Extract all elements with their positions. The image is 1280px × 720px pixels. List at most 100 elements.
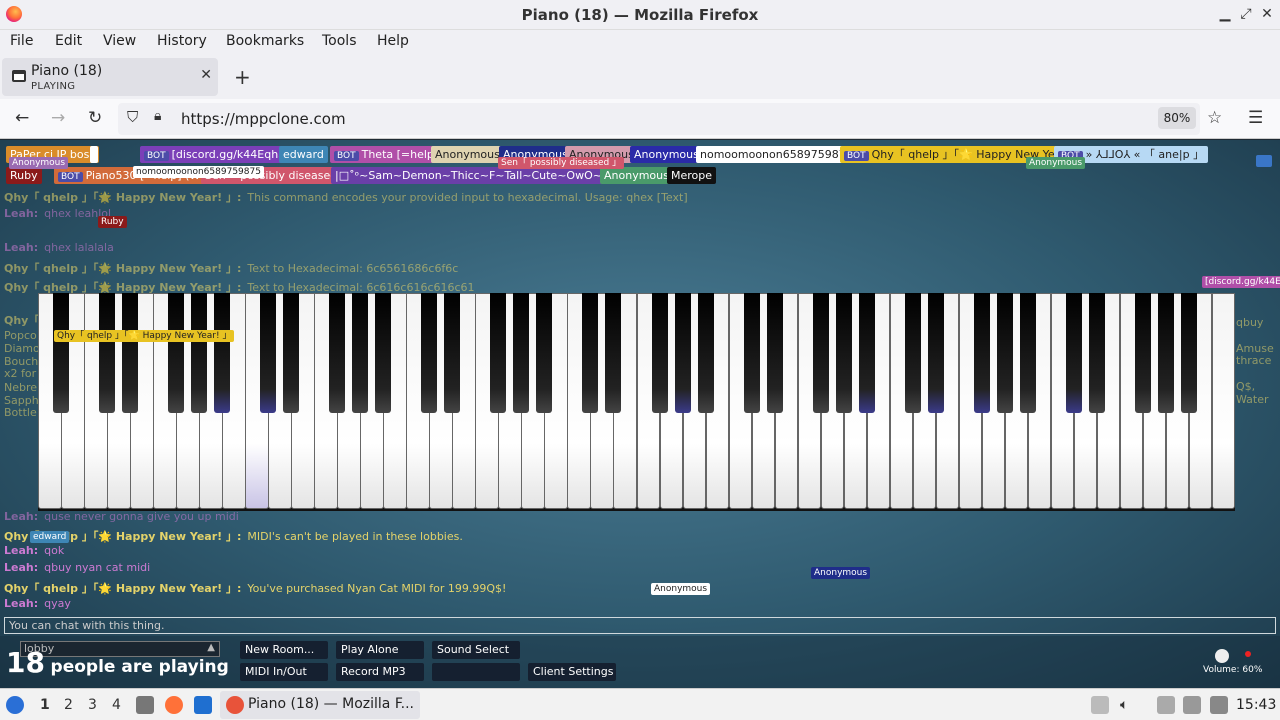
midi-button[interactable]: MIDI In/Out bbox=[240, 663, 328, 681]
black-key[interactable] bbox=[697, 293, 714, 413]
synth-button[interactable] bbox=[432, 663, 520, 681]
terminal-icon[interactable] bbox=[194, 696, 212, 714]
firefox-icon[interactable] bbox=[165, 696, 183, 714]
menu-bookmarks[interactable]: Bookmarks bbox=[226, 33, 304, 49]
player-tag[interactable]: nomoomoonon6589759875 bbox=[696, 146, 857, 163]
hamburger-menu-icon[interactable]: ☰ bbox=[1248, 108, 1263, 128]
client-settings-button[interactable]: Client Settings bbox=[528, 663, 616, 681]
black-key[interactable] bbox=[927, 293, 944, 413]
black-key[interactable] bbox=[260, 293, 277, 413]
play-alone-button[interactable]: Play Alone bbox=[336, 641, 424, 659]
chat-text: Text to Hexadecimal: 6c6561686c6f6c bbox=[247, 262, 459, 275]
taskbar-window-firefox[interactable]: Piano (18) — Mozilla F... bbox=[220, 691, 420, 719]
black-key[interactable] bbox=[651, 293, 668, 413]
tray-upload-icon[interactable] bbox=[1091, 696, 1109, 714]
black-key[interactable] bbox=[996, 293, 1013, 413]
black-key[interactable] bbox=[1180, 293, 1197, 413]
black-key[interactable] bbox=[536, 293, 553, 413]
menu-help[interactable]: Help bbox=[377, 33, 409, 49]
black-key[interactable] bbox=[99, 293, 116, 413]
menu-history[interactable]: History bbox=[157, 33, 207, 49]
chat-text: MIDI's can't be played in these lobbies. bbox=[247, 530, 463, 543]
new-room-button[interactable]: New Room... bbox=[240, 641, 328, 659]
black-key[interactable] bbox=[1065, 293, 1082, 413]
workspace-4[interactable]: 4 bbox=[112, 697, 121, 713]
black-key[interactable] bbox=[766, 293, 783, 413]
player-tag[interactable]: Ruby bbox=[6, 167, 42, 184]
menu-tools[interactable]: Tools bbox=[322, 33, 357, 49]
tab-close-icon[interactable]: ✕ bbox=[200, 67, 212, 83]
volume-icon[interactable]: 🔈︎ bbox=[1120, 697, 1128, 713]
black-key[interactable] bbox=[513, 293, 530, 413]
menu-view[interactable]: View bbox=[103, 33, 136, 49]
black-key[interactable] bbox=[421, 293, 438, 413]
tray-network-icon[interactable] bbox=[1210, 696, 1228, 714]
zoom-level[interactable]: 80% bbox=[1158, 107, 1196, 129]
chat-text: This command encodes your provided input… bbox=[247, 191, 688, 204]
black-key[interactable] bbox=[973, 293, 990, 413]
menu-file[interactable]: File bbox=[10, 33, 33, 49]
black-key[interactable] bbox=[605, 293, 622, 413]
black-key[interactable] bbox=[214, 293, 231, 413]
black-key[interactable] bbox=[1134, 293, 1151, 413]
player-tag[interactable] bbox=[90, 146, 98, 163]
black-key[interactable] bbox=[283, 293, 300, 413]
tray-display-icon[interactable] bbox=[1183, 696, 1201, 714]
workspace-1[interactable]: 1 bbox=[40, 697, 50, 713]
sound-select-button[interactable]: Sound Select bbox=[432, 641, 520, 659]
black-key[interactable] bbox=[53, 293, 70, 413]
back-icon[interactable]: ← bbox=[15, 108, 29, 128]
player-tag[interactable]: Anonymous bbox=[431, 146, 504, 163]
black-key[interactable] bbox=[329, 293, 346, 413]
white-key[interactable] bbox=[1211, 293, 1236, 509]
record-mp3-button[interactable]: Record MP3 bbox=[336, 663, 424, 681]
file-manager-icon[interactable] bbox=[136, 696, 154, 714]
black-key[interactable] bbox=[835, 293, 852, 413]
player-tag[interactable]: Anonymous bbox=[600, 167, 673, 184]
black-key[interactable] bbox=[1157, 293, 1174, 413]
maximize-icon[interactable]: ⤢ bbox=[1236, 4, 1256, 24]
url-bar[interactable]: ⛉ 🔒︎ https://mppclone.com bbox=[118, 103, 1200, 135]
black-key[interactable] bbox=[444, 293, 461, 413]
shield-icon[interactable]: ⛉ bbox=[127, 108, 138, 126]
start-menu-icon[interactable] bbox=[6, 696, 24, 714]
minimize-icon[interactable]: ▁ bbox=[1215, 4, 1235, 24]
black-key[interactable] bbox=[743, 293, 760, 413]
forward-icon[interactable]: → bbox=[51, 108, 65, 128]
tray-clipboard-icon[interactable] bbox=[1157, 696, 1175, 714]
player-tag[interactable]: edward bbox=[279, 146, 328, 163]
black-key[interactable] bbox=[1088, 293, 1105, 413]
workspace-2[interactable]: 2 bbox=[64, 697, 73, 713]
lock-icon[interactable]: 🔒︎ bbox=[154, 108, 161, 124]
bookmark-star-icon[interactable]: ☆ bbox=[1207, 108, 1222, 128]
black-key[interactable] bbox=[812, 293, 829, 413]
player-tag[interactable]: Merope bbox=[667, 167, 717, 184]
tab-piano[interactable]: Piano (18) PLAYING ✕ bbox=[2, 58, 218, 96]
chat-input[interactable]: You can chat with this thing. bbox=[4, 617, 1276, 634]
url-text[interactable]: https://mppclone.com bbox=[181, 110, 346, 128]
black-key[interactable] bbox=[858, 293, 875, 413]
black-key[interactable] bbox=[674, 293, 691, 413]
reload-icon[interactable]: ↻ bbox=[88, 108, 102, 128]
black-key[interactable] bbox=[168, 293, 185, 413]
black-key[interactable] bbox=[582, 293, 599, 413]
black-key[interactable] bbox=[904, 293, 921, 413]
chat-toggle-icon[interactable] bbox=[1256, 155, 1272, 167]
black-key[interactable] bbox=[375, 293, 392, 413]
black-key[interactable] bbox=[352, 293, 369, 413]
player-tag[interactable]: Anonymous bbox=[630, 146, 703, 163]
close-icon[interactable]: ✕ bbox=[1257, 4, 1277, 24]
new-tab-icon[interactable]: + bbox=[234, 65, 251, 89]
tab-title: Piano (18) bbox=[31, 63, 103, 79]
black-key[interactable] bbox=[1019, 293, 1036, 413]
black-key[interactable] bbox=[122, 293, 139, 413]
bot-badge: BOT bbox=[58, 172, 83, 182]
black-key[interactable] bbox=[191, 293, 208, 413]
player-tag[interactable]: BOT [discord.gg/k44Eqha] bbox=[140, 146, 294, 163]
player-tag[interactable]: BOT Theta [=help] bbox=[330, 146, 443, 163]
piano-keyboard[interactable] bbox=[38, 293, 1236, 511]
black-key[interactable] bbox=[490, 293, 507, 413]
volume-slider[interactable] bbox=[1215, 649, 1229, 663]
workspace-3[interactable]: 3 bbox=[88, 697, 97, 713]
menu-edit[interactable]: Edit bbox=[55, 33, 82, 49]
